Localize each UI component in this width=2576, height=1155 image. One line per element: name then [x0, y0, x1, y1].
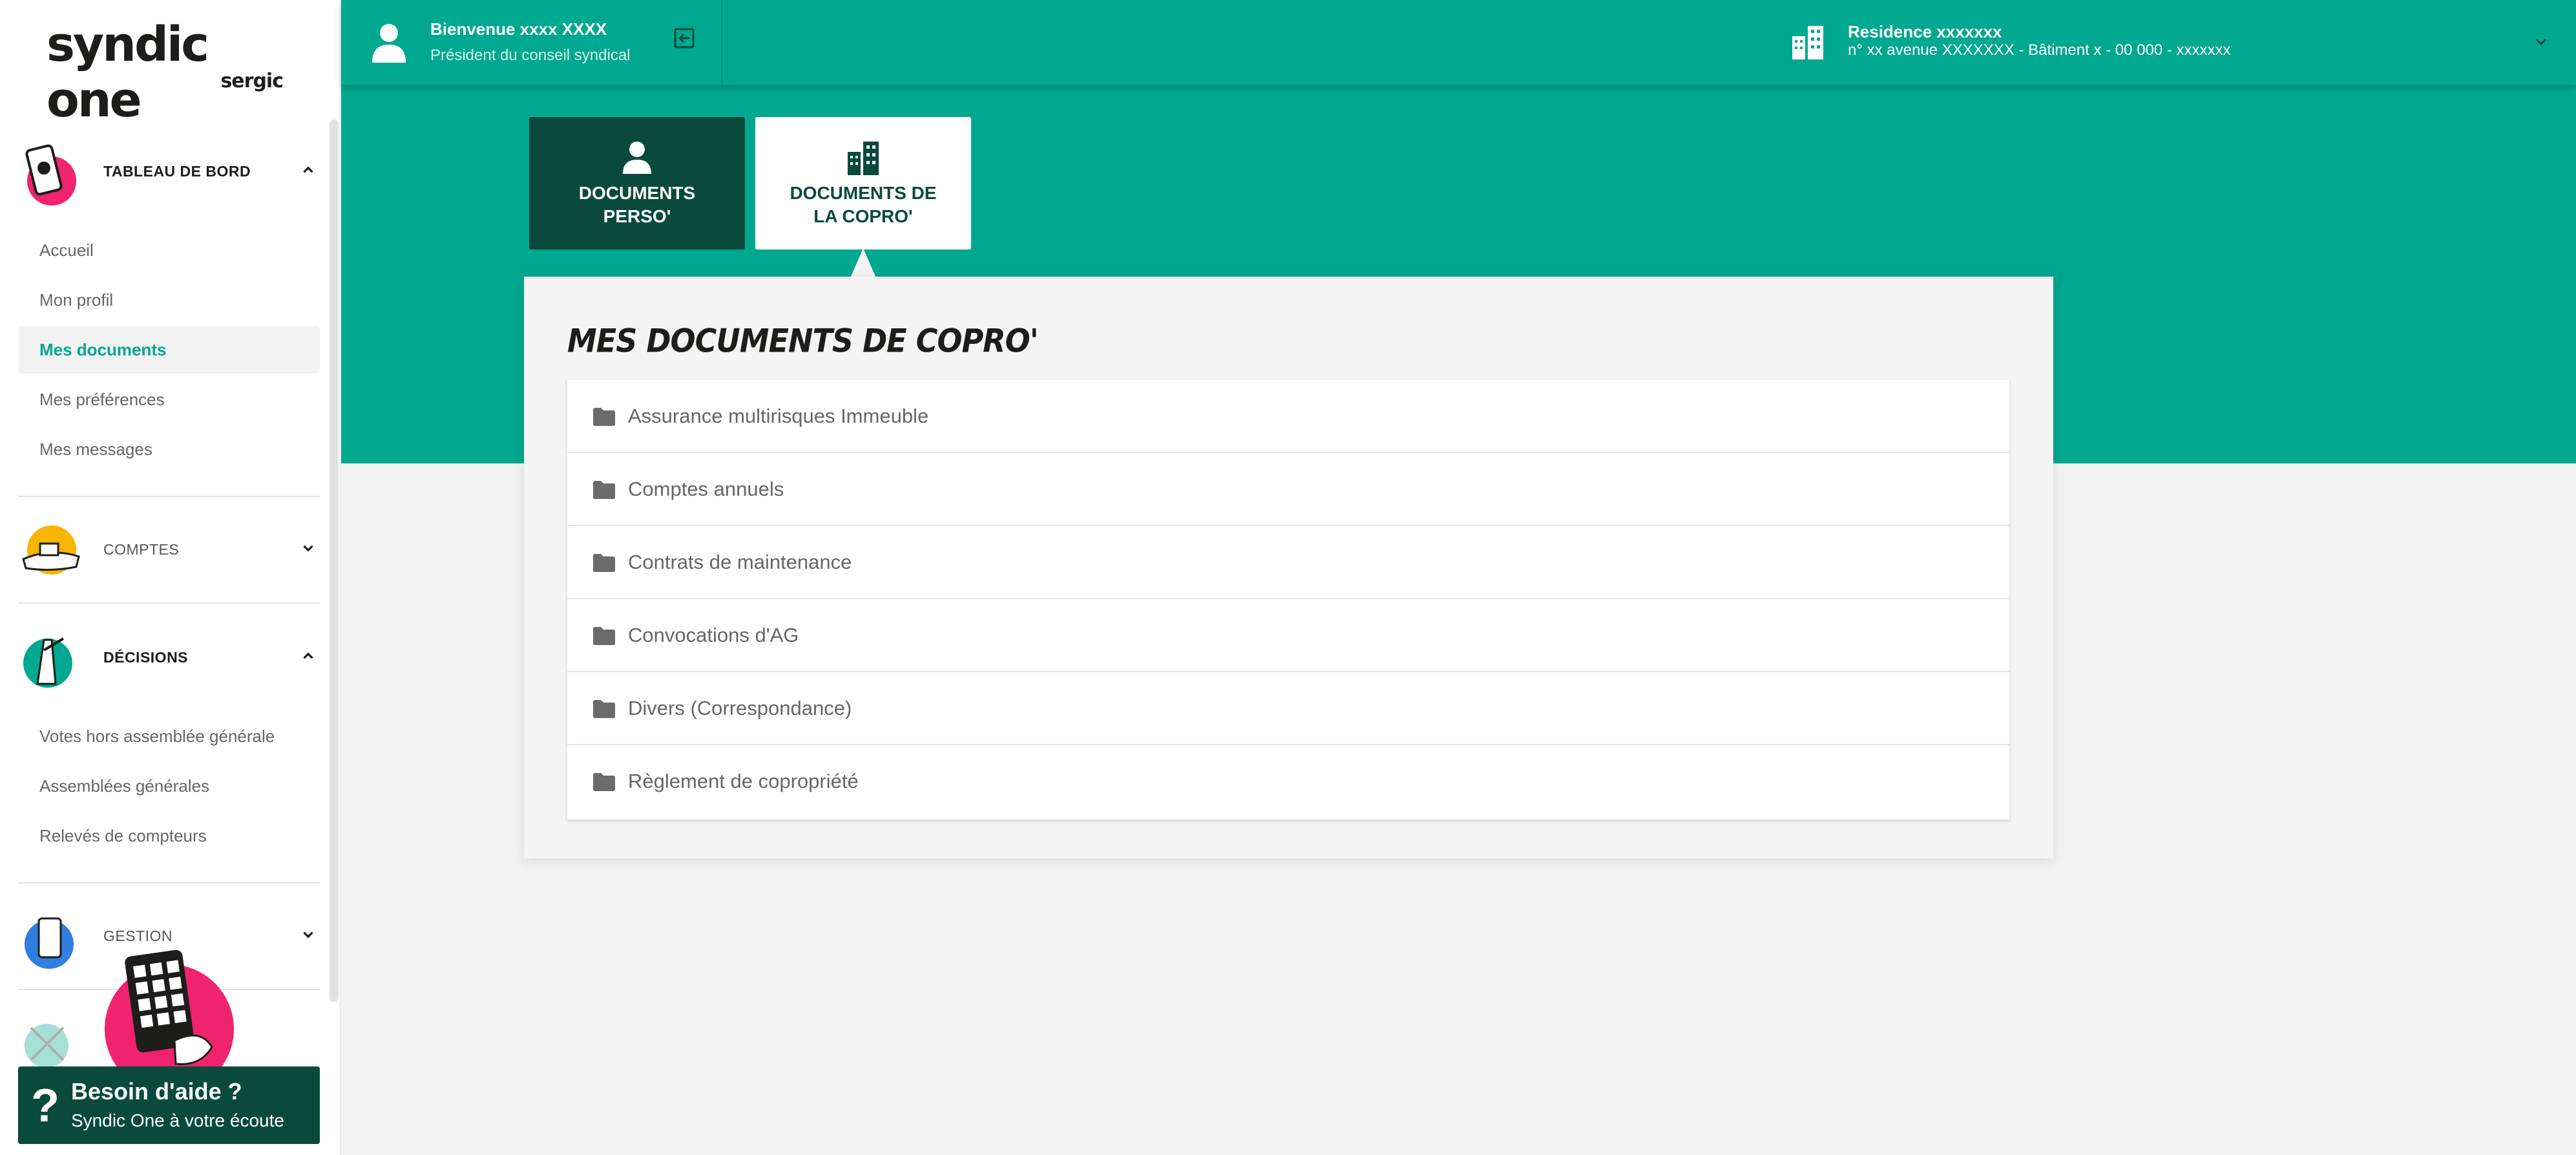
user-icon	[623, 142, 651, 174]
active-tab-pointer	[850, 248, 876, 278]
sidebar-item-mon-profil[interactable]: Mon profil	[18, 276, 320, 324]
sidebar: syndic one sergic TABLEAU DE BORD Accuei…	[0, 0, 340, 1155]
tab-documents-copro[interactable]: DOCUMENTS DE LA COPRO'	[755, 117, 971, 249]
folder-icon	[593, 481, 615, 499]
decisions-illustration-icon	[23, 637, 72, 688]
chevron-down-icon[interactable]	[300, 926, 317, 943]
folder-icon	[593, 700, 615, 718]
sidebar-item-label: Assemblées générales	[39, 776, 210, 796]
chevron-down-icon[interactable]	[300, 540, 317, 556]
documents-folder-list: Assurance multirisques Immeuble Comptes a…	[567, 380, 2009, 820]
top-bar: Bienvenue xxxx XXXX Président du conseil…	[341, 0, 2576, 85]
buildings-icon	[848, 142, 879, 175]
section-comptes[interactable]: COMPTES	[18, 514, 322, 585]
accounts-illustration-icon	[22, 525, 80, 575]
sidebar-divider	[18, 602, 320, 604]
documents-panel: MES DOCUMENTS DE COPRO' Assurance multir…	[524, 277, 2053, 858]
sidebar-item-accueil[interactable]: Accueil	[18, 226, 320, 274]
sidebar-item-label: Mes préférences	[39, 390, 165, 409]
sidebar-item-label: Mes messages	[39, 440, 152, 459]
section-label: GESTION	[103, 927, 173, 944]
folder-row[interactable]: Contrats de maintenance	[567, 526, 2009, 599]
folder-label: Contrats de maintenance	[628, 551, 852, 573]
management-illustration-icon	[25, 917, 74, 969]
sidebar-item-mes-messages[interactable]: Mes messages	[18, 425, 320, 473]
syndic-one-logo[interactable]: syndic one sergic	[47, 17, 298, 128]
section-decisions[interactable]: DÉCISIONS	[18, 622, 322, 693]
sidebar-item-label: Votes hors assemblée générale	[39, 726, 275, 746]
folder-row[interactable]: Assurance multirisques Immeuble	[567, 380, 2009, 453]
chevron-up-icon[interactable]	[300, 162, 317, 178]
help-title: Besoin d'aide ?	[71, 1078, 242, 1105]
folder-row[interactable]: Règlement de copropriété	[567, 745, 2009, 818]
section-tableau-de-bord[interactable]: TABLEAU DE BORD	[18, 136, 322, 207]
sidebar-item-releves-compteurs[interactable]: Relevés de compteurs	[18, 812, 320, 860]
folder-row[interactable]: Comptes annuels	[567, 453, 2009, 526]
user-role: Président du conseil syndical	[430, 47, 631, 64]
folder-label: Convocations d'AG	[628, 624, 799, 646]
user-avatar-icon	[372, 24, 406, 63]
sidebar-scrollbar[interactable]	[330, 120, 339, 1002]
folder-label: Assurance multirisques Immeuble	[628, 405, 929, 427]
tab-label: DOCUMENTS DE LA COPRO'	[790, 183, 937, 226]
sidebar-divider	[18, 882, 320, 884]
section-label: COMPTES	[103, 541, 180, 558]
folder-icon	[593, 627, 615, 645]
user-block: Bienvenue xxxx XXXX Président du conseil…	[341, 0, 722, 85]
help-button[interactable]: ? Besoin d'aide ? Syndic One à votre éco…	[18, 1066, 320, 1144]
sidebar-item-votes-hors-ag[interactable]: Votes hors assemblée générale	[18, 712, 320, 760]
residence-address: n° xx avenue XXXXXXX - Bâtiment x - 00 0…	[1848, 41, 2231, 59]
logout-icon[interactable]	[673, 26, 696, 50]
folder-label: Divers (Correspondance)	[628, 697, 852, 719]
folder-label: Comptes annuels	[628, 478, 784, 500]
sidebar-item-mes-preferences[interactable]: Mes préférences	[18, 376, 320, 423]
help-subtitle: Syndic One à votre écoute	[71, 1110, 284, 1130]
chevron-down-icon[interactable]	[2533, 34, 2549, 49]
sidebar-item-label: Mon profil	[39, 290, 114, 310]
tab-documents-perso[interactable]: DOCUMENTS PERSO'	[529, 117, 745, 249]
sidebar-item-label: Mes documents	[39, 340, 167, 359]
documents-title: MES DOCUMENTS DE COPRO'	[567, 321, 1039, 360]
building-icon	[1792, 26, 1823, 59]
residence-name[interactable]: Residence xxxxxxx	[1848, 22, 2002, 42]
sidebar-item-label: Relevés de compteurs	[39, 826, 207, 845]
sidebar-item-assemblees-generales[interactable]: Assemblées générales	[18, 762, 320, 810]
folder-icon	[593, 773, 615, 791]
section-label: TABLEAU DE BORD	[103, 163, 251, 180]
folder-icon	[593, 408, 615, 426]
phone-help-illustration-icon	[105, 949, 234, 1073]
section-label: DÉCISIONS	[103, 649, 189, 666]
folder-icon	[593, 554, 615, 572]
tab-label: DOCUMENTS PERSO'	[578, 183, 696, 226]
folder-label: Règlement de copropriété	[628, 770, 859, 792]
faded-illustration-icon	[25, 1024, 68, 1066]
chevron-up-icon[interactable]	[300, 648, 317, 664]
sidebar-divider	[18, 496, 320, 497]
brand-sub: sergic	[220, 70, 284, 92]
welcome-text: Bienvenue xxxx XXXX	[430, 19, 607, 39]
dashboard-illustration-icon	[25, 144, 76, 206]
folder-row[interactable]: Convocations d'AG	[567, 599, 2009, 672]
sidebar-item-mes-documents[interactable]: Mes documents	[18, 326, 320, 374]
help-question-icon: ?	[31, 1080, 59, 1132]
folder-row[interactable]: Divers (Correspondance)	[567, 672, 2009, 745]
sidebar-item-label: Accueil	[39, 240, 94, 260]
